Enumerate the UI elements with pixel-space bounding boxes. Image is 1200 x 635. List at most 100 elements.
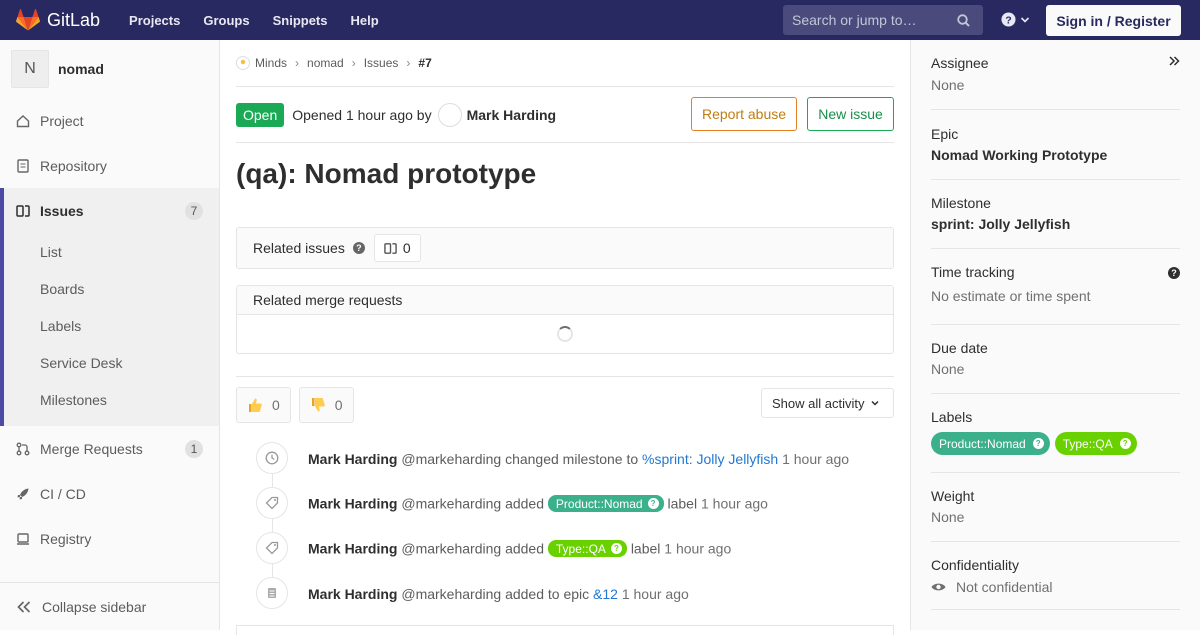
activity-filter-dropdown[interactable]: Show all activity — [761, 388, 894, 418]
question-icon: ? — [1001, 12, 1016, 27]
help-icon[interactable]: ? — [1168, 267, 1180, 279]
note-time: 1 hour ago — [700, 495, 768, 512]
note-text: Mark Harding @markeharding changed miles… — [308, 451, 849, 467]
breadcrumb-group[interactable]: Minds — [255, 56, 287, 70]
project-avatar: N — [11, 50, 49, 88]
confidentiality-block: Confidentiality Not confidential — [931, 542, 1180, 610]
status-badge: Open — [236, 102, 285, 127]
note-time: 1 hour ago — [782, 450, 850, 467]
label-product-nomad[interactable]: Product::Nomad ? — [547, 495, 664, 512]
note-handle[interactable]: @markeharding — [401, 451, 501, 467]
sidebar-item-project[interactable]: Project — [0, 98, 219, 143]
help-dropdown[interactable]: ? — [1001, 12, 1030, 27]
note-handle[interactable]: @markeharding — [401, 586, 501, 602]
note-handle[interactable]: @markeharding — [401, 496, 501, 512]
weight-block: Weight None — [931, 473, 1180, 542]
weight-value: None — [931, 509, 965, 525]
chevron-down-icon — [871, 400, 880, 406]
comment-box-edge — [236, 625, 894, 635]
search-icon — [957, 13, 970, 27]
thumbs-up-icon — [249, 398, 262, 412]
time-tracking-title: Time tracking — [931, 264, 1015, 280]
rocket-icon — [16, 487, 30, 501]
sidebar-item-registry[interactable]: Registry — [0, 516, 219, 561]
label-type-qa[interactable]: Type::QA ? — [1054, 432, 1137, 455]
note-suffix: label — [630, 540, 661, 557]
thumbs-down-icon — [311, 398, 325, 412]
nav-projects[interactable]: Projects — [129, 13, 180, 28]
gitlab-logo[interactable]: GitLab — [16, 9, 100, 31]
note-author[interactable]: Mark Harding — [308, 496, 397, 512]
note-author[interactable]: Mark Harding — [308, 541, 397, 557]
note-time: 1 hour ago — [621, 585, 689, 602]
note-action: added — [505, 540, 544, 557]
sidebar-item-label: CI / CD — [40, 485, 86, 502]
merge-icon — [16, 442, 30, 456]
note-author[interactable]: Mark Harding — [308, 586, 397, 602]
assignee-block: Assignee None — [931, 40, 1180, 110]
thumbs-up-button[interactable]: 0 — [236, 387, 291, 423]
epic-value[interactable]: Nomad Working Prototype — [931, 147, 1180, 163]
sidebar-item-merge-requests[interactable]: Merge Requests 1 — [0, 426, 219, 471]
right-sidebar: Assignee None Epic Nomad Working Prototy… — [910, 40, 1200, 630]
confidentiality-value: Not confidential — [931, 579, 1180, 595]
breadcrumb-issues[interactable]: Issues — [364, 56, 399, 70]
assignee-value: None — [931, 77, 965, 93]
doc-icon — [16, 158, 30, 173]
breadcrumb-current[interactable]: #7 — [418, 56, 431, 70]
thumbs-down-button[interactable]: 0 — [298, 387, 354, 423]
sign-in-button[interactable]: Sign in / Register — [1046, 5, 1181, 36]
search-input[interactable] — [792, 12, 957, 28]
label-product-nomad[interactable]: Product::Nomad ? — [931, 432, 1050, 455]
nav-snippets[interactable]: Snippets — [273, 13, 328, 28]
time-tracking-block: Time tracking No estimate or time spent … — [931, 249, 1180, 325]
chevron-down-icon — [1020, 16, 1030, 23]
report-abuse-button[interactable]: Report abuse — [691, 97, 797, 131]
list-item: Mark Harding @markeharding added Product… — [236, 481, 894, 526]
new-issue-button[interactable]: New issue — [807, 97, 894, 131]
related-issues-count[interactable]: 0 — [373, 234, 421, 262]
issue-author[interactable]: Mark Harding — [467, 107, 556, 123]
clock-icon — [256, 442, 288, 474]
sidebar-item-label: Project — [40, 112, 84, 129]
related-issues-bar: Related issues ? 0 — [236, 227, 894, 269]
list-item: Mark Harding @markeharding changed miles… — [236, 436, 894, 481]
collapse-sidebar-button[interactable]: Collapse sidebar — [0, 582, 219, 630]
svg-text:?: ? — [1005, 15, 1011, 26]
search-box — [783, 5, 983, 35]
confidentiality-text: Not confidential — [956, 579, 1053, 595]
epic-link[interactable]: &12 — [593, 586, 618, 602]
sidebar-item-cicd[interactable]: CI / CD — [0, 471, 219, 516]
breadcrumb-project[interactable]: nomad — [307, 56, 344, 70]
double-chevron-right-icon[interactable] — [1168, 55, 1180, 70]
help-icon: ? — [647, 498, 659, 509]
milestone-link[interactable]: %sprint: Jolly Jellyfish — [642, 451, 778, 467]
avatar[interactable] — [437, 102, 462, 127]
label-name: Type::QA — [555, 541, 606, 556]
sidebar-sub-labels[interactable]: Labels — [4, 307, 219, 344]
sidebar-sub-list[interactable]: List — [4, 233, 219, 270]
opened-text: Opened 1 hour ago by — [292, 106, 432, 123]
sidebar-item-label: Issues — [40, 202, 84, 219]
project-header[interactable]: N nomad — [0, 40, 219, 98]
due-date-block: Due date None — [931, 325, 1180, 394]
nav-help[interactable]: Help — [351, 13, 379, 28]
note-handle[interactable]: @markeharding — [401, 541, 501, 557]
help-icon: ? — [1119, 438, 1131, 449]
help-icon[interactable]: ? — [352, 242, 365, 254]
sidebar-sub-milestones[interactable]: Milestones — [4, 381, 219, 418]
due-date-value: None — [931, 361, 965, 377]
loading-spinner-icon — [557, 326, 573, 342]
sidebar-item-issues[interactable]: Issues 7 — [4, 188, 219, 233]
label-type-qa[interactable]: Type::QA ? — [547, 540, 627, 557]
sidebar-sub-boards[interactable]: Boards — [4, 270, 219, 307]
milestone-value[interactable]: sprint: Jolly Jellyfish — [931, 216, 1180, 232]
nav-groups[interactable]: Groups — [203, 13, 249, 28]
note-author[interactable]: Mark Harding — [308, 451, 397, 467]
sidebar-item-repository[interactable]: Repository — [0, 143, 219, 188]
note-action: changed milestone to — [505, 450, 639, 467]
thumbs-down-count: 0 — [334, 397, 343, 413]
divider — [236, 376, 894, 377]
sidebar-sub-service-desk[interactable]: Service Desk — [4, 344, 219, 381]
